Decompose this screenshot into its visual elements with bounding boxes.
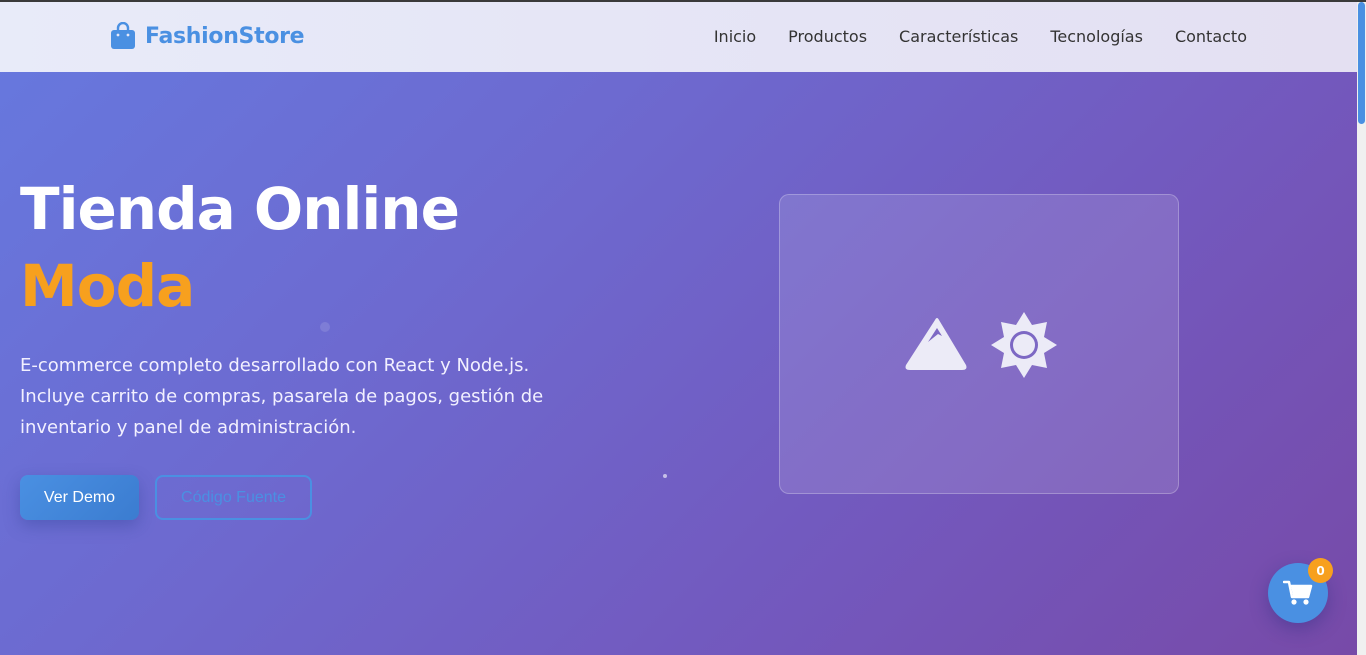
nav-link-caracteristicas[interactable]: Características (899, 27, 1018, 46)
main-nav: Inicio Productos Características Tecnolo… (714, 27, 1247, 46)
view-demo-button[interactable]: Ver Demo (20, 475, 139, 520)
brand-logo[interactable]: FashionStore (110, 22, 305, 50)
scrollbar-thumb[interactable] (1358, 2, 1365, 124)
sun-icon (991, 312, 1057, 378)
window-top-border (0, 0, 1366, 2)
image-placeholder-icon (905, 312, 1057, 378)
hero-section: FashionStore Inicio Productos Caracterís… (0, 0, 1357, 655)
cart-count-badge: 0 (1308, 558, 1333, 583)
hero-description: E-commerce completo desarrollado con Rea… (20, 355, 544, 438)
nav-link-inicio[interactable]: Inicio (714, 27, 756, 46)
nav-link-tecnologias[interactable]: Tecnologías (1050, 27, 1143, 46)
hero-title: Tienda Online (20, 175, 460, 243)
hero-image-placeholder (779, 194, 1179, 494)
page-scrollbar[interactable] (1357, 2, 1366, 655)
mountain-image-icon (905, 318, 967, 370)
source-code-button[interactable]: Código Fuente (155, 475, 312, 520)
decorative-dot (320, 322, 330, 332)
navbar: FashionStore Inicio Productos Caracterís… (0, 2, 1357, 72)
decorative-dot (663, 474, 667, 478)
brand-name: FashionStore (145, 23, 305, 49)
nav-link-productos[interactable]: Productos (788, 27, 867, 46)
shopping-bag-icon (111, 22, 135, 49)
hero-title-accent: Moda (20, 252, 195, 320)
nav-link-contacto[interactable]: Contacto (1175, 27, 1247, 46)
shopping-cart-icon (1283, 580, 1313, 605)
